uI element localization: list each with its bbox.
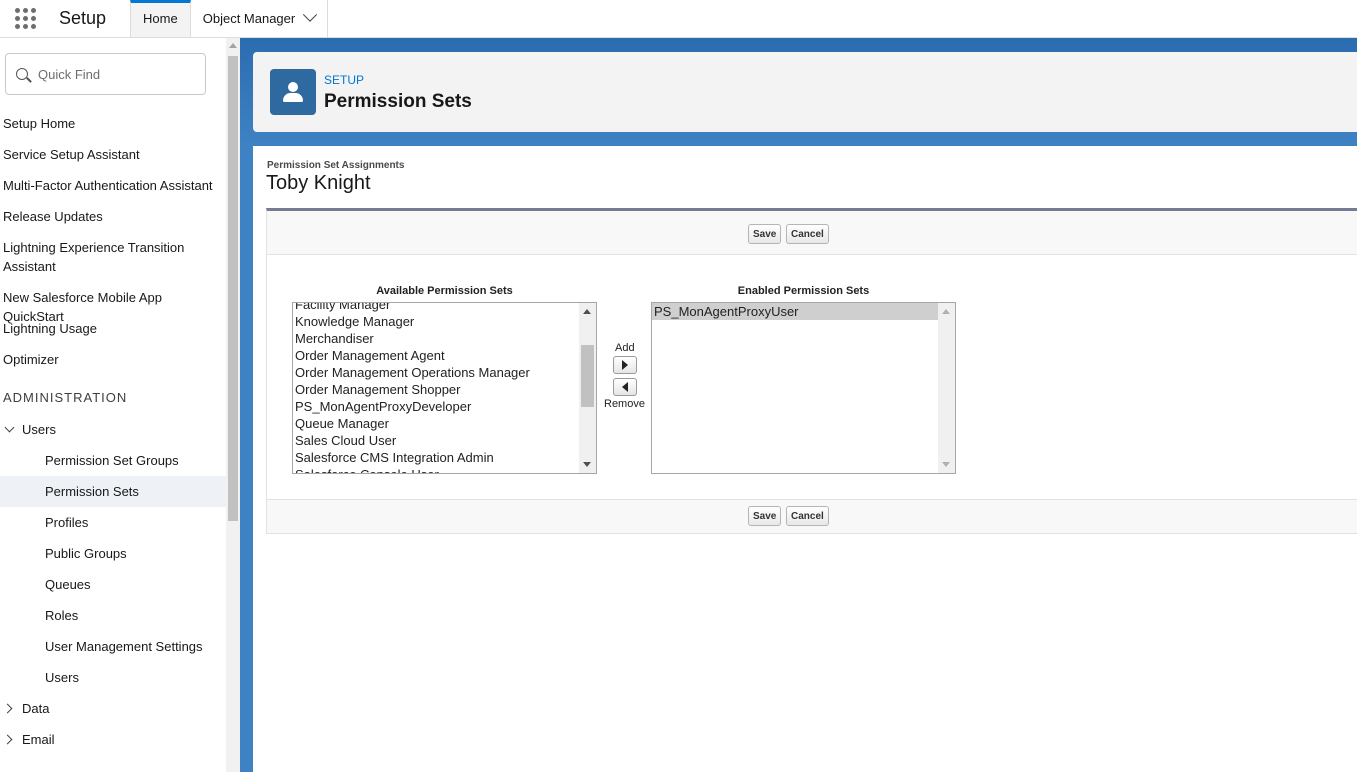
tab-home[interactable]: Home: [130, 0, 191, 37]
sidebar-item-user-management-settings[interactable]: User Management Settings: [45, 639, 203, 654]
assignment-section-label: Permission Set Assignments: [267, 160, 405, 171]
setup-sidebar: Setup Home Service Setup Assistant Multi…: [0, 38, 226, 772]
add-label: Add: [615, 342, 635, 354]
list-item[interactable]: Salesforce CMS Integration Admin: [293, 449, 581, 466]
assigned-user-name: Toby Knight: [266, 172, 371, 194]
global-nav-bar: Setup Home Object Manager: [0, 0, 1357, 38]
save-button[interactable]: Save: [748, 224, 782, 244]
sidebar-item-roles[interactable]: Roles: [45, 608, 78, 623]
sidebar-item-service-setup-assistant[interactable]: Service Setup Assistant: [3, 145, 225, 164]
sidebar-item-profiles[interactable]: Profiles: [45, 515, 88, 530]
available-list-scrollbar[interactable]: [579, 303, 596, 473]
tab-home-label: Home: [143, 11, 178, 26]
list-item[interactable]: Merchandiser: [293, 330, 581, 347]
sidebar-item-optimizer[interactable]: Optimizer: [3, 350, 225, 369]
remove-label: Remove: [604, 398, 645, 410]
cancel-button[interactable]: Cancel: [786, 224, 829, 244]
search-icon: [16, 68, 28, 80]
list-item[interactable]: Sales Cloud User: [293, 432, 581, 449]
sidebar-scroll-thumb[interactable]: [228, 56, 238, 521]
scroll-up-arrow-icon[interactable]: [942, 309, 950, 314]
remove-button[interactable]: [613, 378, 637, 396]
available-list-scroll-thumb[interactable]: [581, 345, 594, 407]
quick-find-box[interactable]: [5, 53, 206, 95]
list-item[interactable]: Order Management Agent: [293, 347, 581, 364]
sidebar-item-public-groups[interactable]: Public Groups: [45, 546, 127, 561]
tab-object-manager[interactable]: Object Manager: [191, 0, 329, 37]
scroll-up-arrow-icon[interactable]: [229, 43, 237, 48]
list-item[interactable]: Salesforce Console User: [293, 466, 581, 473]
assignment-edit-block: Save Cancel Available Permission Sets En…: [266, 208, 1357, 534]
page-title: Permission Sets: [324, 91, 472, 112]
list-item[interactable]: Facility Manager: [293, 303, 581, 313]
sidebar-item-lightning-usage[interactable]: Lightning Usage: [3, 319, 225, 338]
sidebar-item-users[interactable]: Users: [45, 670, 79, 685]
tab-object-manager-label: Object Manager: [202, 11, 296, 26]
enabled-list-label: Enabled Permission Sets: [737, 285, 870, 297]
assignment-panel: Permission Set Assignments Toby Knight S…: [253, 146, 1357, 772]
app-launcher-icon: [14, 8, 36, 29]
scroll-up-arrow-icon[interactable]: [583, 309, 591, 314]
page-header: SETUP Permission Sets: [253, 52, 1357, 132]
list-item[interactable]: Order Management Operations Manager: [293, 364, 581, 381]
page-eyebrow[interactable]: SETUP: [324, 73, 364, 87]
sidebar-item-permission-set-groups[interactable]: Permission Set Groups: [45, 453, 179, 468]
enabled-list-scrollbar[interactable]: [938, 303, 955, 473]
sidebar-group-email[interactable]: Email: [2, 732, 55, 747]
list-item[interactable]: Queue Manager: [293, 415, 581, 432]
list-item[interactable]: Order Management Shopper: [293, 381, 581, 398]
cancel-button[interactable]: Cancel: [786, 506, 829, 526]
available-permission-sets-list[interactable]: Facility Manager Knowledge Manager Merchan…: [292, 302, 597, 474]
list-item[interactable]: PS_MonAgentProxyDeveloper: [293, 398, 581, 415]
sidebar-group-data[interactable]: Data: [2, 701, 50, 716]
sidebar-item-mfa-assistant[interactable]: Multi-Factor Authentication Assistant: [3, 176, 225, 195]
sidebar-item-permission-sets[interactable]: Permission Sets: [45, 484, 139, 499]
scroll-down-arrow-icon[interactable]: [583, 462, 591, 467]
sidebar-item-lightning-transition-assistant[interactable]: Lightning Experience Transition Assistan…: [3, 238, 193, 276]
sidebar-group-users-label: Users: [22, 422, 56, 437]
list-item[interactable]: PS_MonAgentProxyUser: [652, 303, 940, 320]
sidebar-group-email-label: Email: [22, 732, 55, 747]
chevron-right-icon: [2, 734, 13, 745]
sidebar-group-data-label: Data: [22, 701, 50, 716]
arrow-left-icon: [622, 382, 628, 392]
sidebar-item-queues[interactable]: Queues: [45, 577, 91, 592]
add-button[interactable]: [613, 356, 637, 374]
chevron-down-icon[interactable]: [303, 7, 318, 22]
sidebar-item-release-updates[interactable]: Release Updates: [3, 207, 225, 226]
sidebar-group-users[interactable]: Users: [3, 422, 56, 437]
list-item[interactable]: Knowledge Manager: [293, 313, 581, 330]
bottom-button-bar: Save Cancel: [267, 499, 1357, 533]
save-button[interactable]: Save: [748, 506, 782, 526]
user-icon: [270, 69, 316, 115]
top-button-bar: Save Cancel: [267, 211, 1357, 255]
quick-find-input[interactable]: [38, 66, 188, 82]
sidebar-scrollbar[interactable]: [226, 38, 240, 772]
available-list-label: Available Permission Sets: [376, 285, 513, 297]
scroll-down-arrow-icon[interactable]: [942, 462, 950, 467]
chevron-down-icon: [4, 422, 15, 433]
enabled-permission-sets-list[interactable]: PS_MonAgentProxyUser: [651, 302, 956, 474]
arrow-right-icon: [622, 360, 628, 370]
content-left-strip: [240, 146, 253, 772]
section-heading-administration: ADMINISTRATION: [3, 390, 128, 405]
sidebar-item-setup-home[interactable]: Setup Home: [3, 114, 225, 133]
app-name: Setup: [59, 8, 107, 28]
chevron-right-icon: [2, 703, 13, 714]
app-launcher-button[interactable]: [0, 0, 50, 37]
